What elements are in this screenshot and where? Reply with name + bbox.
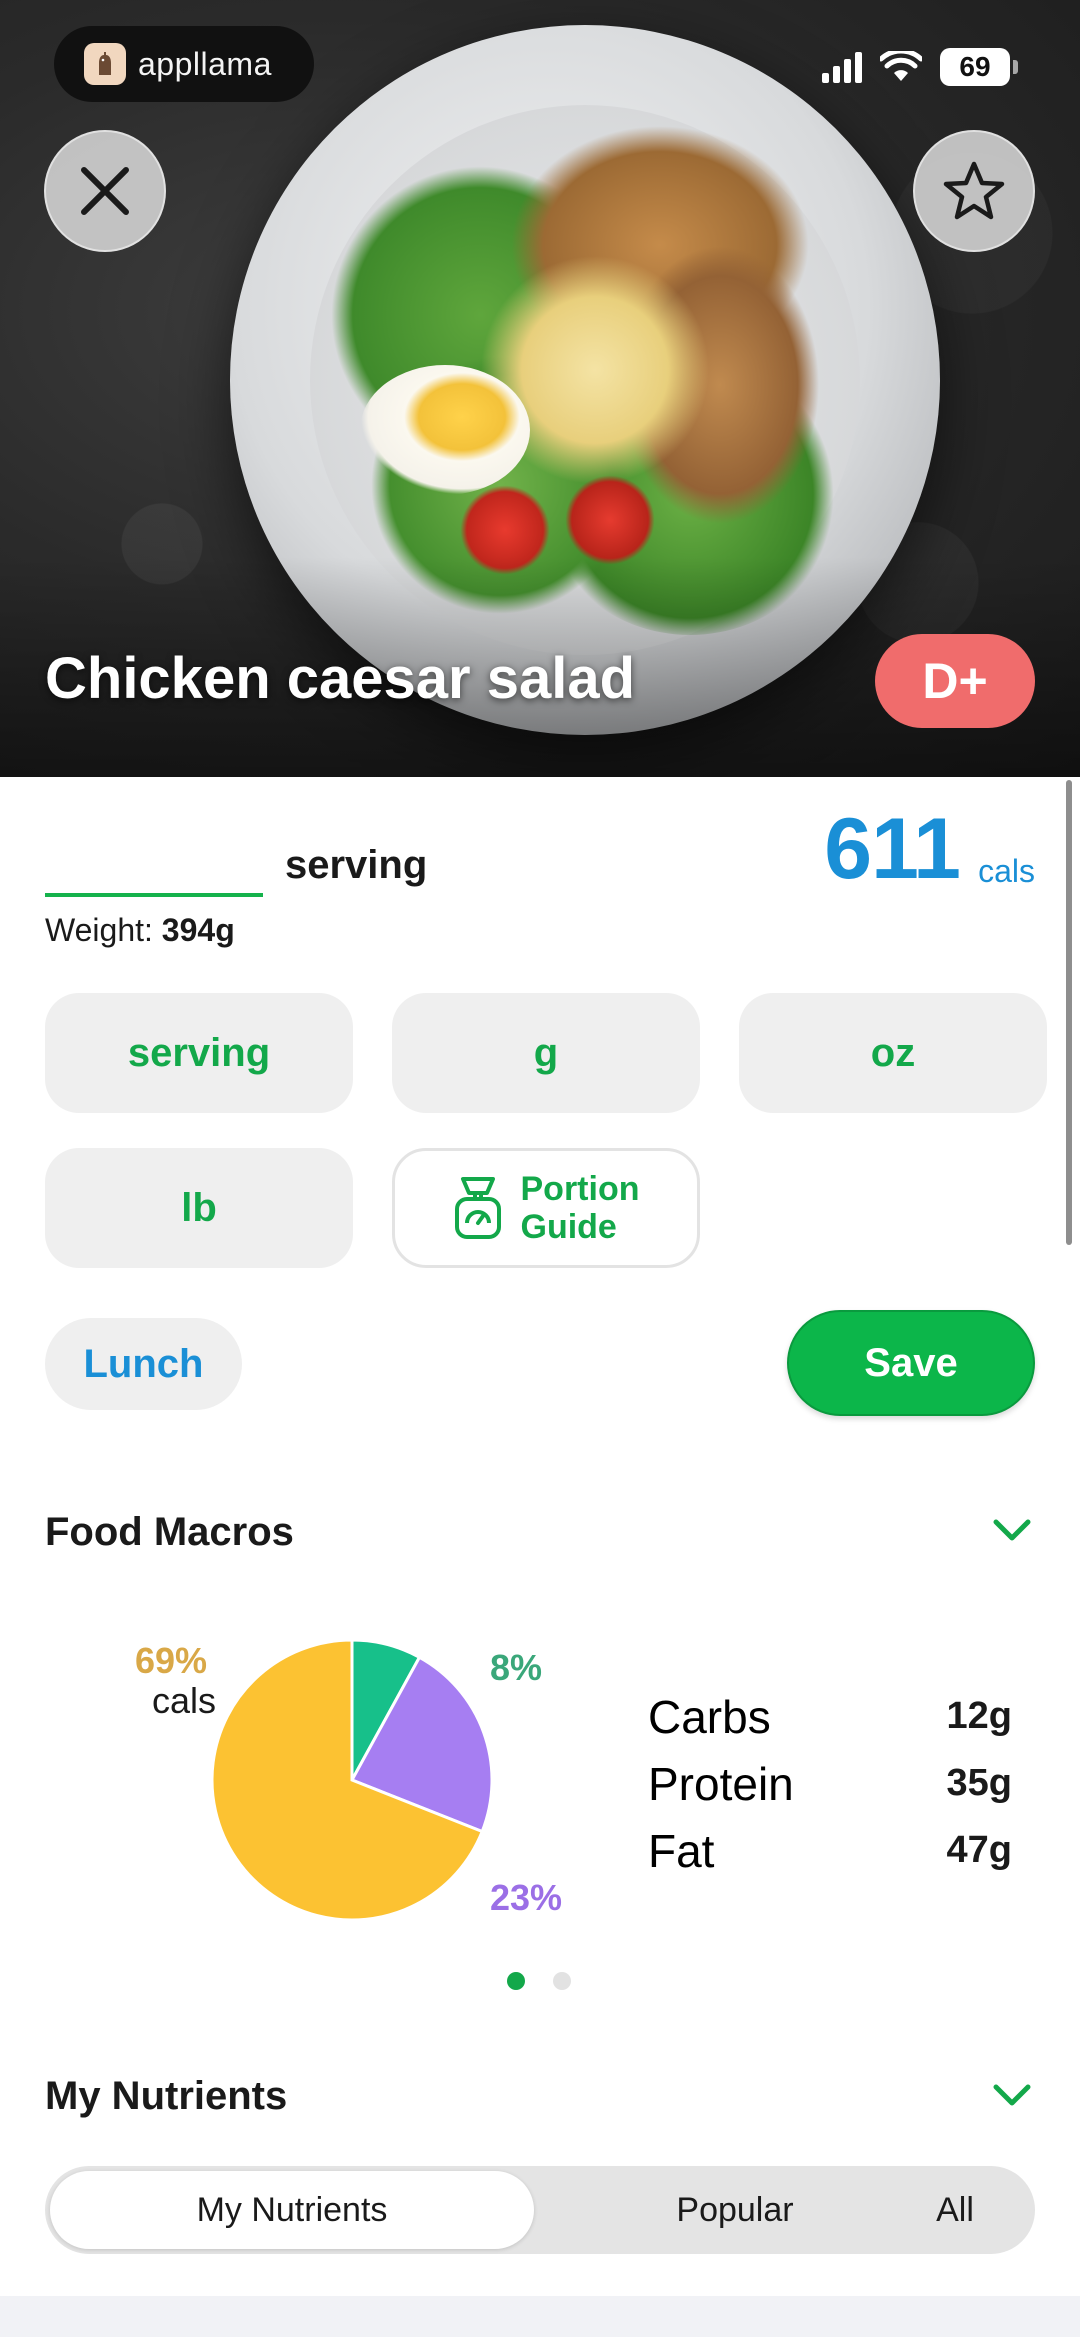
calories-value: 611 — [824, 801, 961, 897]
unit-option-oz[interactable]: oz — [739, 993, 1047, 1113]
chevron-down-icon[interactable] — [992, 2083, 1032, 2109]
fat-label: Fat — [648, 1825, 715, 1877]
close-icon — [81, 167, 129, 215]
chevron-down-icon[interactable] — [992, 1518, 1032, 1544]
fat-percent-label: 69% — [135, 1640, 208, 1681]
protein-value: 35g — [946, 1762, 1012, 1804]
grade-badge[interactable]: D+ — [875, 634, 1035, 728]
macro-pie-chart — [210, 1638, 494, 1922]
brand-name: appllama — [138, 45, 272, 82]
tab-all[interactable]: All — [885, 2166, 1025, 2254]
battery-icon: 69 — [940, 48, 1018, 86]
nutrients-tab-control: My Nutrients Popular All — [45, 2166, 1035, 2254]
unit-option-g[interactable]: g — [392, 993, 700, 1113]
wifi-icon — [880, 51, 922, 81]
tab-my-nutrients[interactable]: My Nutrients — [50, 2171, 534, 2249]
unit-option-serving[interactable]: serving — [45, 993, 353, 1113]
food-macros-title: Food Macros — [45, 1510, 294, 1554]
protein-label: Protein — [648, 1758, 794, 1810]
carbs-percent-label: 8% — [490, 1647, 543, 1688]
page-dot-active[interactable] — [507, 1972, 525, 1990]
brand-badge: appllama — [54, 26, 314, 102]
protein-percent-label: 23% — [490, 1877, 563, 1918]
cellular-signal-icon — [822, 51, 862, 83]
portion-guide-button[interactable]: Portion Guide — [392, 1148, 700, 1268]
weight-value: 394g — [161, 912, 235, 948]
food-title: Chicken caesar salad — [45, 646, 636, 711]
weight-text: Weight: 394g — [45, 912, 235, 948]
favorite-button[interactable] — [913, 130, 1035, 252]
next-section-peek — [0, 2296, 1080, 2337]
fat-value: 47g — [946, 1829, 1012, 1871]
page-dot[interactable] — [553, 1972, 571, 1990]
unit-label: serving — [285, 843, 428, 887]
save-button[interactable]: Save — [787, 1310, 1035, 1416]
calories-unit: cals — [978, 853, 1035, 889]
cals-label: cals — [152, 1680, 217, 1721]
kitchen-scale-icon — [454, 1177, 501, 1239]
my-nutrients-title: My Nutrients — [45, 2074, 288, 2118]
food-photo: appllama 69 Chicken caesar salad D+ — [0, 0, 1080, 777]
carbs-label: Carbs — [648, 1691, 771, 1743]
llama-logo-icon — [84, 43, 126, 85]
status-bar: 69 — [822, 48, 1018, 86]
food-detail-screen: appllama 69 Chicken caesar salad D+ serv… — [0, 0, 1080, 2337]
meal-selector[interactable]: Lunch — [45, 1318, 242, 1410]
star-icon — [943, 161, 1005, 220]
carbs-value: 12g — [946, 1695, 1012, 1737]
tab-popular[interactable]: Popular — [585, 2166, 885, 2254]
scrollbar[interactable] — [1066, 780, 1072, 1245]
unit-option-lb[interactable]: lb — [45, 1148, 353, 1268]
close-button[interactable] — [44, 130, 166, 252]
quantity-input[interactable] — [45, 835, 263, 897]
